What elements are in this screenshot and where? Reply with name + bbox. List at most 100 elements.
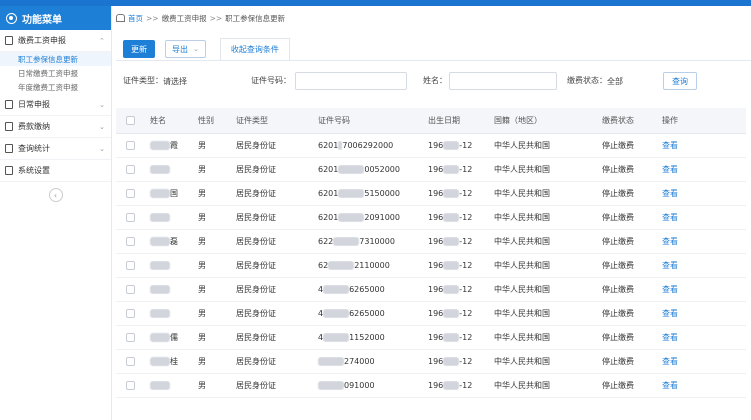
cell-sex: 男 bbox=[198, 357, 206, 366]
cell-name: 磊 bbox=[144, 236, 192, 247]
dob-prefix: 196 bbox=[428, 357, 444, 366]
row-select-cell[interactable] bbox=[116, 333, 144, 342]
view-link[interactable]: 查看 bbox=[662, 165, 678, 174]
id-type-select[interactable]: 请选择 bbox=[163, 72, 239, 90]
row-checkbox[interactable] bbox=[125, 141, 135, 150]
view-link[interactable]: 查看 bbox=[662, 333, 678, 342]
cell-id-type: 居民身份证 bbox=[236, 189, 276, 198]
cell-name bbox=[144, 165, 192, 174]
select-all-checkbox[interactable] bbox=[125, 116, 135, 125]
name-mask bbox=[150, 285, 170, 294]
dob-suffix: -12 bbox=[459, 261, 473, 270]
view-link[interactable]: 查看 bbox=[662, 213, 678, 222]
cell-status: 停止缴费 bbox=[602, 213, 634, 222]
cell-dob: 196 -12 bbox=[422, 165, 488, 174]
name-input[interactable] bbox=[449, 72, 557, 90]
cell-dob: 196 -12 bbox=[422, 189, 488, 198]
select-all-cell[interactable] bbox=[116, 116, 144, 125]
status-select[interactable]: 全部 bbox=[607, 72, 651, 90]
sidebar-item-info-update[interactable]: 职工参保信息更新 bbox=[0, 52, 111, 66]
sidebar-group-wage-declare[interactable]: 缴费工资申报 ⌃ bbox=[0, 30, 111, 52]
table-row: 霞 男 居民身份证 6201 7006292000 196 -12 中华人民共和国 停止缴费 查看 bbox=[116, 134, 746, 158]
dob-suffix: -12 bbox=[459, 141, 473, 150]
collapse-filters-tab[interactable]: 收起查询条件 bbox=[219, 38, 290, 60]
row-checkbox[interactable] bbox=[125, 333, 135, 342]
toolbar-divider bbox=[116, 60, 751, 61]
id-prefix: 6201 bbox=[318, 213, 339, 222]
sidebar-group-settings[interactable]: 系统设置 bbox=[0, 160, 111, 182]
sidebar-group-label: 日常申报 bbox=[18, 100, 50, 109]
sidebar-item-daily-wage[interactable]: 日常缴费工资申报 bbox=[0, 66, 111, 80]
dob-mask bbox=[443, 189, 460, 198]
id-mask bbox=[318, 357, 344, 366]
sidebar-group-payment[interactable]: 费款缴纳 ⌄ bbox=[0, 116, 111, 138]
name-value: 国 bbox=[170, 189, 178, 198]
row-checkbox[interactable] bbox=[125, 189, 135, 198]
export-dropdown-button[interactable]: 导出 ⌄ bbox=[165, 40, 206, 58]
row-checkbox[interactable] bbox=[125, 285, 135, 294]
id-number-input[interactable] bbox=[295, 72, 407, 90]
breadcrumb-home[interactable]: 首页 bbox=[128, 13, 143, 24]
cell-id-type: 居民身份证 bbox=[236, 237, 276, 246]
update-button[interactable]: 更新 bbox=[123, 40, 155, 58]
cell-name: 桂 bbox=[144, 356, 192, 367]
dob-mask bbox=[443, 213, 460, 222]
view-link[interactable]: 查看 bbox=[662, 141, 678, 150]
view-link[interactable]: 查看 bbox=[662, 237, 678, 246]
view-link[interactable]: 查看 bbox=[662, 189, 678, 198]
row-select-cell[interactable] bbox=[116, 165, 144, 174]
dob-suffix: -12 bbox=[459, 381, 473, 390]
cell-status: 停止缴费 bbox=[602, 261, 634, 270]
row-checkbox[interactable] bbox=[125, 261, 135, 270]
header-id-number: 证件号码 bbox=[318, 116, 350, 125]
cell-id-number: 4 6265000 bbox=[312, 309, 422, 318]
row-select-cell[interactable] bbox=[116, 261, 144, 270]
row-select-cell[interactable] bbox=[116, 309, 144, 318]
row-select-cell[interactable] bbox=[116, 141, 144, 150]
sidebar-header[interactable]: 功能菜单 bbox=[0, 6, 111, 30]
table-row: 男 居民身份证 6201 0052000 196 -12 中华人民共和国 停止缴费 查看 bbox=[116, 158, 746, 182]
id-prefix: 6201 bbox=[318, 141, 339, 150]
dob-prefix: 196 bbox=[428, 309, 444, 318]
collapse-sidebar-button[interactable]: ‹ bbox=[48, 188, 63, 202]
cell-id-type: 居民身份证 bbox=[236, 333, 276, 342]
cell-status: 停止缴费 bbox=[602, 165, 634, 174]
name-value: 磊 bbox=[170, 237, 178, 246]
row-select-cell[interactable] bbox=[116, 189, 144, 198]
table-row: 男 居民身份证 4 6265000 196 -12 中华人民共和国 停止缴费 查看 bbox=[116, 302, 746, 326]
cell-dob: 196 -12 bbox=[422, 237, 488, 246]
cell-name: 霞 bbox=[144, 140, 192, 151]
view-link[interactable]: 查看 bbox=[662, 285, 678, 294]
breadcrumb-level2: 职工参保信息更新 bbox=[225, 13, 286, 23]
view-link[interactable]: 查看 bbox=[662, 309, 678, 318]
cell-dob: 196 -12 bbox=[422, 141, 488, 150]
row-select-cell[interactable] bbox=[116, 213, 144, 222]
cell-nationality: 中华人民共和国 bbox=[494, 141, 550, 150]
row-select-cell[interactable] bbox=[116, 237, 144, 246]
cell-id-type: 居民身份证 bbox=[236, 141, 276, 150]
sidebar-group-daily[interactable]: 日常申报 ⌄ bbox=[0, 94, 111, 116]
row-checkbox[interactable] bbox=[125, 165, 135, 174]
row-checkbox[interactable] bbox=[125, 237, 135, 246]
view-link[interactable]: 查看 bbox=[662, 357, 678, 366]
cell-status: 停止缴费 bbox=[602, 309, 634, 318]
view-link[interactable]: 查看 bbox=[662, 261, 678, 270]
table-row: 桂 男 居民身份证 274000 196 -12 中华人民共和国 停止缴费 查看 bbox=[116, 350, 746, 374]
name-mask bbox=[150, 261, 170, 270]
row-checkbox[interactable] bbox=[125, 309, 135, 318]
breadcrumb-level1[interactable]: 缴费工资申报 bbox=[162, 13, 207, 24]
search-button[interactable]: 查询 bbox=[663, 72, 697, 90]
cell-nationality: 中华人民共和国 bbox=[494, 333, 550, 342]
id-suffix: 2110000 bbox=[354, 261, 390, 270]
cell-sex: 男 bbox=[198, 237, 206, 246]
row-checkbox[interactable] bbox=[125, 213, 135, 222]
row-checkbox[interactable] bbox=[125, 381, 135, 390]
row-select-cell[interactable] bbox=[116, 285, 144, 294]
row-select-cell[interactable] bbox=[116, 381, 144, 390]
sidebar-item-annual-wage[interactable]: 年度缴费工资申报 bbox=[0, 80, 111, 94]
row-checkbox[interactable] bbox=[125, 357, 135, 366]
view-link[interactable]: 查看 bbox=[662, 381, 678, 390]
sidebar-group-query[interactable]: 查询统计 ⌄ bbox=[0, 138, 111, 160]
cell-operation: 查看 bbox=[656, 212, 706, 223]
row-select-cell[interactable] bbox=[116, 357, 144, 366]
